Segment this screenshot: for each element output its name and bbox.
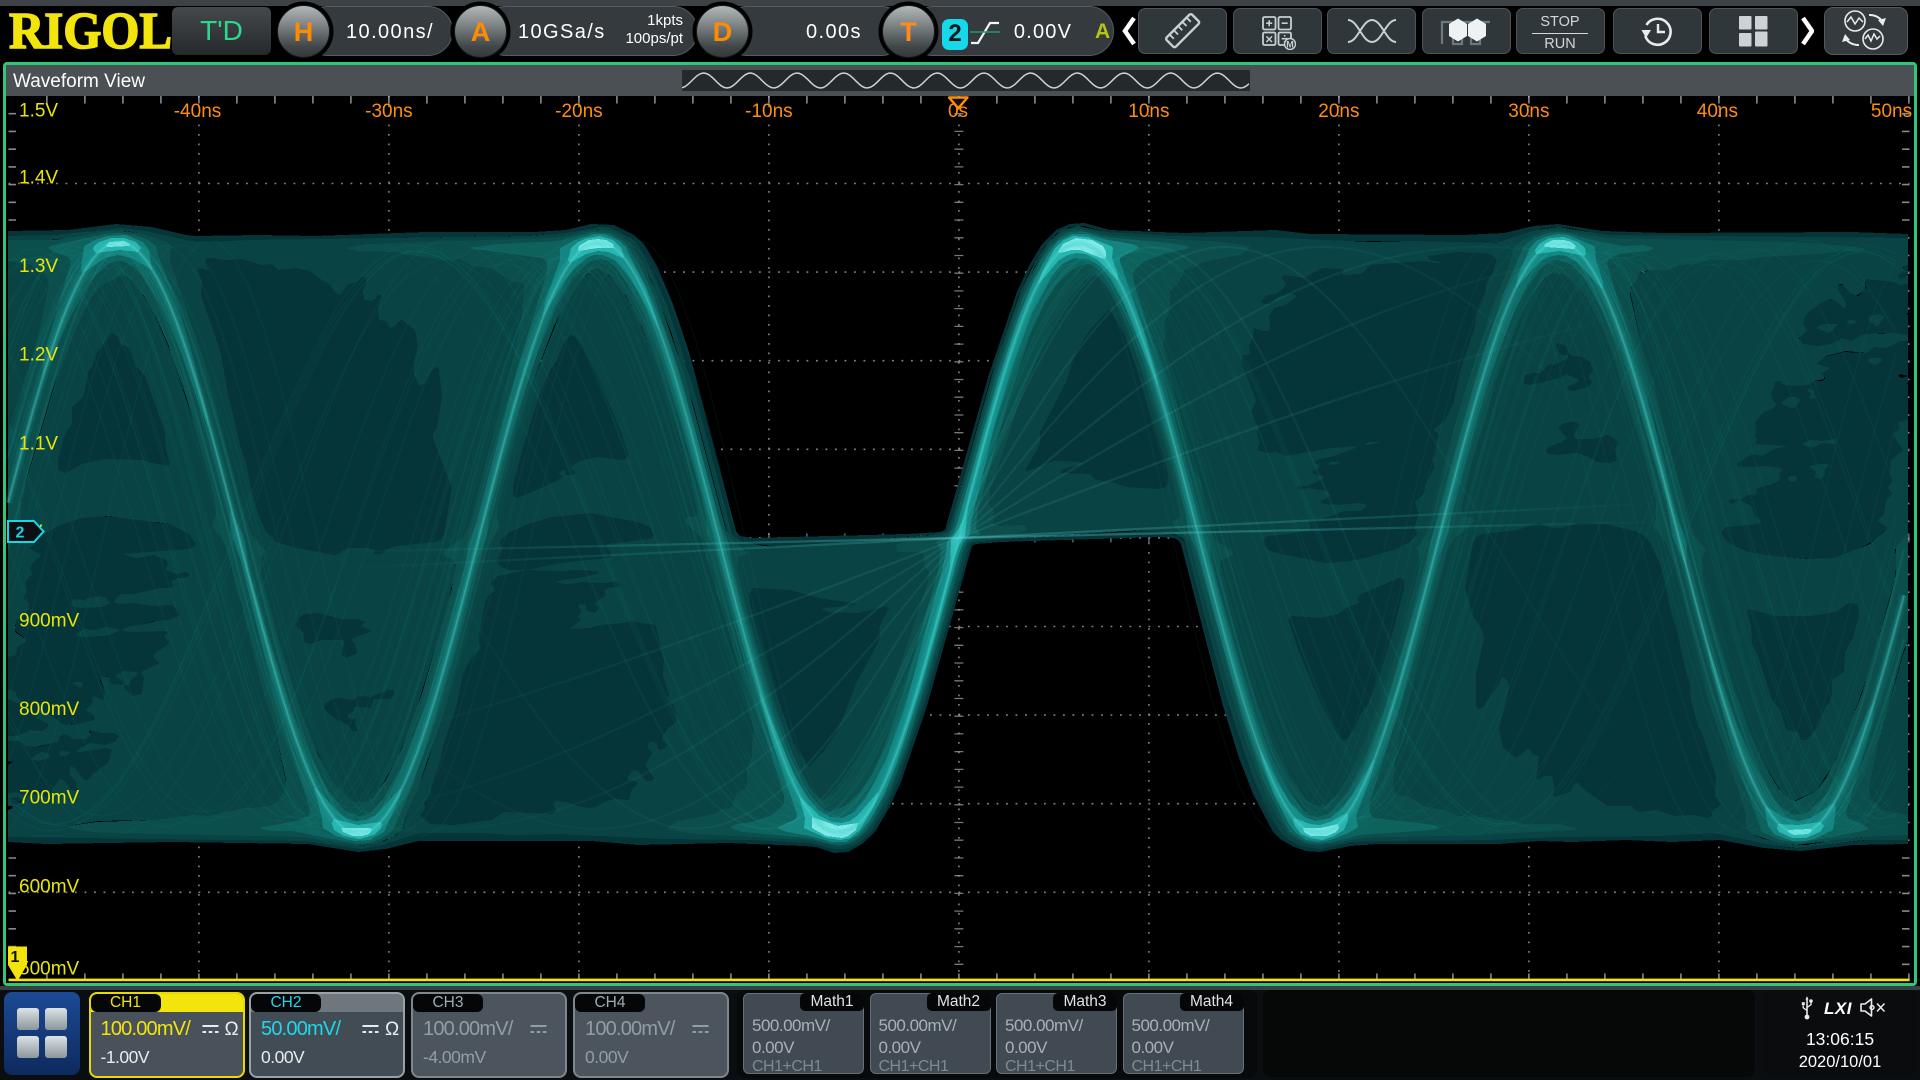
svg-text:1.3V: 1.3V (19, 256, 58, 277)
svg-text:20ns: 20ns (1318, 101, 1359, 122)
svg-text:1.2V: 1.2V (19, 345, 58, 366)
svg-text:1.5V: 1.5V (19, 101, 58, 122)
svg-text:-30ns: -30ns (365, 101, 413, 122)
svg-text:1.1V: 1.1V (19, 433, 58, 454)
svg-text:500mV: 500mV (19, 959, 80, 980)
svg-text:700mV: 700mV (19, 788, 80, 809)
svg-text:1: 1 (11, 949, 20, 966)
svg-text:-40ns: -40ns (174, 101, 222, 122)
svg-text:30ns: 30ns (1508, 101, 1549, 122)
svg-text:10ns: 10ns (1128, 101, 1169, 122)
svg-text:2: 2 (16, 525, 25, 542)
svg-text:600mV: 600mV (19, 876, 80, 897)
svg-text:-20ns: -20ns (555, 101, 603, 122)
svg-text:800mV: 800mV (19, 699, 80, 720)
svg-text:1.4V: 1.4V (19, 168, 58, 189)
svg-text:50ns: 50ns (1871, 101, 1912, 122)
svg-text:M: M (1286, 39, 1294, 49)
svg-text:900mV: 900mV (19, 611, 80, 632)
svg-text:-10ns: -10ns (745, 101, 793, 122)
svg-text:40ns: 40ns (1697, 101, 1738, 122)
